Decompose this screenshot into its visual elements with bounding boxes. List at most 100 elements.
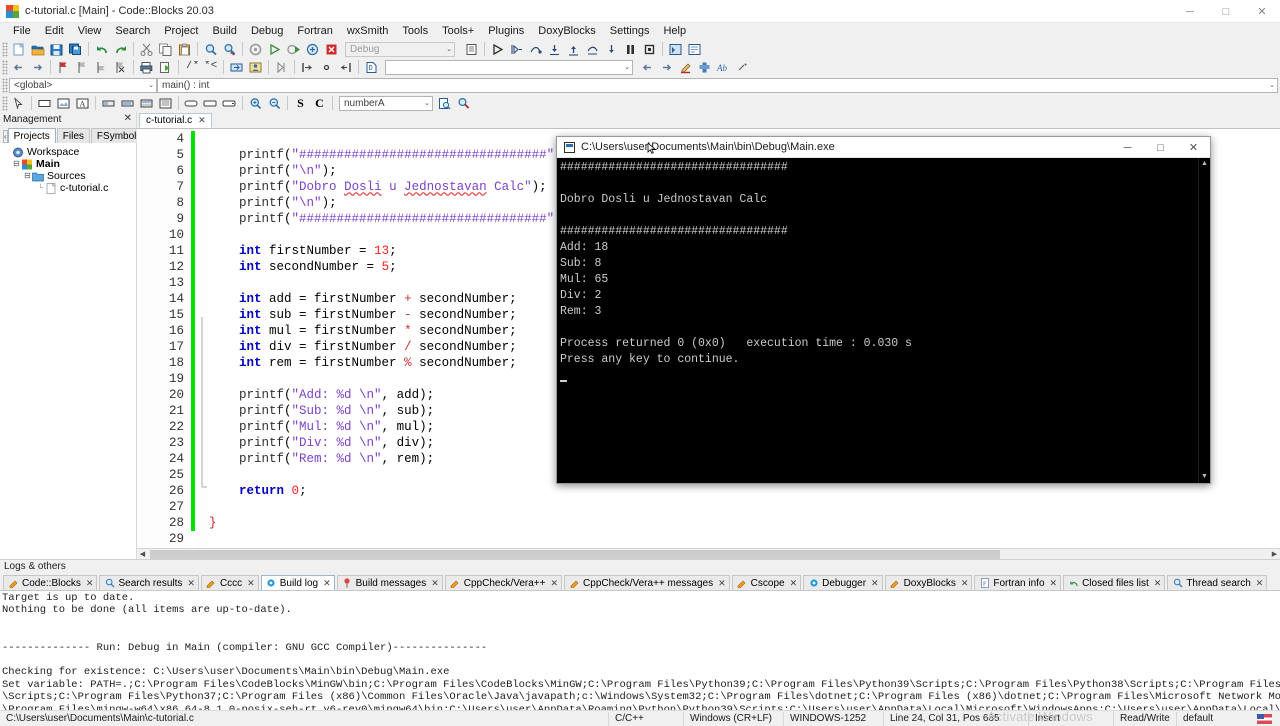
bookmark-next-icon[interactable] <box>93 59 110 75</box>
bookmark-toggle-icon[interactable] <box>55 59 72 75</box>
close-icon[interactable]: ✕ <box>790 578 798 589</box>
debug-stop-icon[interactable] <box>641 41 658 57</box>
menu-plugins[interactable]: Plugins <box>481 23 531 40</box>
logs-tab-cppcheck-vera[interactable]: CppCheck/Vera++ ✕ <box>444 575 563 590</box>
close-icon[interactable]: ✕ <box>961 578 969 589</box>
logs-tab-thread-search[interactable]: Thread search ✕ <box>1167 575 1268 590</box>
scope-global-combo[interactable]: <global> ⌄ <box>9 77 157 93</box>
build-and-run-icon[interactable] <box>285 41 302 57</box>
code-complete-icon[interactable] <box>273 59 290 75</box>
symbol-search-combo[interactable]: numberA ⌄ <box>339 95 433 111</box>
close-icon[interactable]: ✕ <box>871 578 879 589</box>
toolbar-grip[interactable] <box>2 41 8 57</box>
next-icon[interactable] <box>658 59 675 75</box>
menu-tools-plus[interactable]: Tools+ <box>435 23 481 40</box>
editor-tab-c-tutorial[interactable]: c-tutorial.c ✕ <box>139 113 212 128</box>
debug-run-to-cursor-icon[interactable] <box>508 41 525 57</box>
logs-tab-cscope[interactable]: Cscope ✕ <box>731 575 802 590</box>
paste-icon[interactable] <box>176 41 193 57</box>
find-symbol-icon[interactable] <box>436 95 453 111</box>
save-icon[interactable] <box>48 41 65 57</box>
logs-tab-build-messages[interactable]: Build messages ✕ <box>336 575 443 590</box>
menu-view[interactable]: View <box>71 23 109 40</box>
menu-file[interactable]: File <box>6 23 38 40</box>
tree-twisty[interactable]: ⊟ <box>23 171 32 181</box>
close-icon[interactable]: ✕ <box>1256 578 1264 589</box>
project-tree[interactable]: Workspace ⊟ Main ⊟ Sources └ c-tutorial.… <box>0 143 136 559</box>
close-icon[interactable]: ✕ <box>431 578 439 589</box>
close-icon[interactable]: ✕ <box>1154 578 1162 589</box>
menu-settings[interactable]: Settings <box>603 23 657 40</box>
us-flag-icon[interactable] <box>1257 713 1272 724</box>
tab-projects[interactable]: Projects <box>7 128 56 143</box>
debug-next-line-icon[interactable] <box>527 41 544 57</box>
cut-icon[interactable] <box>138 41 155 57</box>
center-icon[interactable] <box>318 59 335 75</box>
tree-twisty[interactable]: ⊟ <box>12 159 21 169</box>
menu-build[interactable]: Build <box>205 23 243 40</box>
close-icon[interactable]: ✕ <box>323 578 331 589</box>
redo-icon[interactable] <box>112 41 129 57</box>
button-icon[interactable] <box>221 95 238 111</box>
panel-icon[interactable] <box>36 95 53 111</box>
scroll-right-arrow-icon[interactable]: ▶ <box>1269 550 1280 558</box>
goto-decl-icon[interactable] <box>228 59 245 75</box>
bookmark-prev-icon[interactable] <box>74 59 91 75</box>
more-icon[interactable] <box>734 59 751 75</box>
logs-tab-fortran-info[interactable]: F Fortran info ✕ <box>974 575 1062 590</box>
close-icon[interactable]: ✕ <box>187 578 195 589</box>
code-line[interactable]: return 0; <box>209 483 1280 499</box>
code-line[interactable] <box>209 499 1280 515</box>
console-output[interactable]: ################################# Dobro … <box>557 158 1198 483</box>
replace-icon[interactable] <box>221 41 238 57</box>
toolbar-large-icon[interactable] <box>138 95 155 111</box>
tree-item-workspace[interactable]: Workspace <box>3 146 136 158</box>
extract-icon[interactable] <box>696 59 713 75</box>
find-icon[interactable] <box>202 41 219 57</box>
new-file-icon[interactable] <box>10 41 27 57</box>
comment-icon[interactable]: /** <box>183 59 200 75</box>
editor-horizontal-scrollbar[interactable]: ◀ ▶ <box>137 548 1280 559</box>
copy-icon[interactable] <box>157 41 174 57</box>
text-icon[interactable]: A <box>74 95 91 111</box>
close-icon[interactable]: ✕ <box>198 115 206 126</box>
menu-search[interactable]: Search <box>108 23 157 40</box>
symbol-c-button[interactable]: C <box>311 95 328 111</box>
code-line[interactable] <box>209 531 1280 547</box>
code-line[interactable]: } <box>209 515 1280 531</box>
run-icon[interactable] <box>266 41 283 57</box>
console-vertical-scrollbar[interactable]: ▲ ▼ <box>1198 158 1210 483</box>
rebuild-icon[interactable] <box>304 41 321 57</box>
debug-step-out-icon[interactable] <box>565 41 582 57</box>
undo-icon[interactable] <box>93 41 110 57</box>
left-align-icon[interactable] <box>299 59 316 75</box>
prev-icon[interactable] <box>639 59 656 75</box>
logs-tab-search-results[interactable]: Search results ✕ <box>99 575 199 590</box>
run-script-icon[interactable] <box>157 59 174 75</box>
button-wide-icon[interactable] <box>202 95 219 111</box>
image-icon[interactable] <box>55 95 72 111</box>
tree-item-main[interactable]: ⊟ Main <box>3 158 136 170</box>
minimize-button[interactable]: ─ <box>1172 0 1208 23</box>
logs-tab-cccc[interactable]: Cccc ✕ <box>200 575 259 590</box>
console-maximize-button[interactable]: □ <box>1144 137 1177 158</box>
console-close-button[interactable]: ✕ <box>1177 137 1210 158</box>
right-align-icon[interactable] <box>337 59 354 75</box>
scope-function-combo[interactable]: main() : int ⌄ <box>157 77 1278 93</box>
logs-tab-cppcheck-vera-messages[interactable]: CppCheck/Vera++ messages ✕ <box>564 575 730 590</box>
logs-tab-doxyblocks[interactable]: DoxyBlocks ✕ <box>884 575 973 590</box>
build-icon[interactable] <box>247 41 264 57</box>
tab-files[interactable]: Files <box>56 128 90 143</box>
logs-tab-build-log[interactable]: Build log ✕ <box>260 575 335 590</box>
doxyblocks-comment-input[interactable]: ⌄ <box>385 59 633 75</box>
highlight-icon[interactable] <box>677 59 694 75</box>
logs-tab-debugger[interactable]: Debugger ✕ <box>803 575 883 590</box>
menu-debug[interactable]: Debug <box>244 23 290 40</box>
menu-tools[interactable]: Tools <box>395 23 435 40</box>
list-icon[interactable] <box>157 95 174 111</box>
print-icon[interactable] <box>138 59 155 75</box>
toolbar-grip[interactable] <box>2 59 8 75</box>
build-targets-icon[interactable] <box>463 41 480 57</box>
zoom-in-icon[interactable] <box>247 95 264 111</box>
close-icon[interactable]: ✕ <box>247 578 255 589</box>
